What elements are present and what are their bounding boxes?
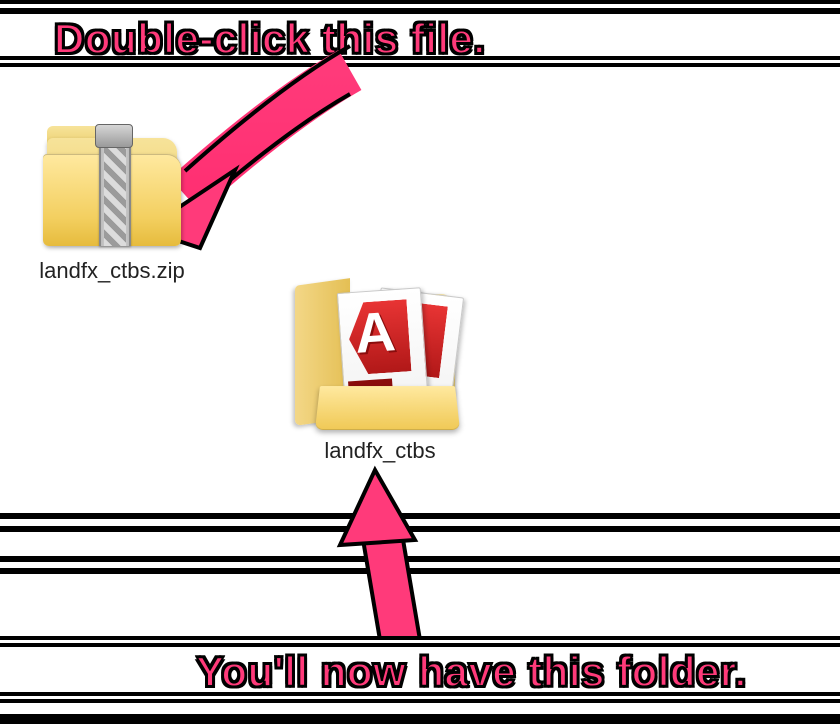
decoration-bar xyxy=(0,640,840,643)
ctb-folder-icon: A CTB xyxy=(295,280,465,430)
decoration-bar xyxy=(0,636,840,640)
decoration-bar xyxy=(0,556,840,562)
file-folder[interactable]: A CTB landfx_ctbs xyxy=(280,280,480,464)
file-zip[interactable]: landfx_ctbs.zip xyxy=(22,130,202,284)
stage: Double-click this file. landfx_ctbs.zip xyxy=(0,0,840,724)
decoration-bar xyxy=(0,714,840,724)
decoration-bar xyxy=(0,699,840,703)
decoration-bar xyxy=(0,0,840,4)
annotation-top: Double-click this file. xyxy=(54,15,486,63)
decoration-bar xyxy=(0,63,840,67)
decoration-bar xyxy=(0,568,840,574)
decoration-bar xyxy=(0,526,840,532)
decoration-bar xyxy=(0,4,840,8)
file-folder-label: landfx_ctbs xyxy=(324,438,435,464)
decoration-bar xyxy=(0,643,840,647)
decoration-bar xyxy=(0,513,840,519)
decoration-bar xyxy=(0,8,840,14)
file-zip-label: landfx_ctbs.zip xyxy=(39,258,185,284)
annotation-bottom: You'll now have this folder. xyxy=(196,648,747,696)
decoration-bar xyxy=(0,696,840,699)
zip-folder-icon xyxy=(37,130,187,250)
